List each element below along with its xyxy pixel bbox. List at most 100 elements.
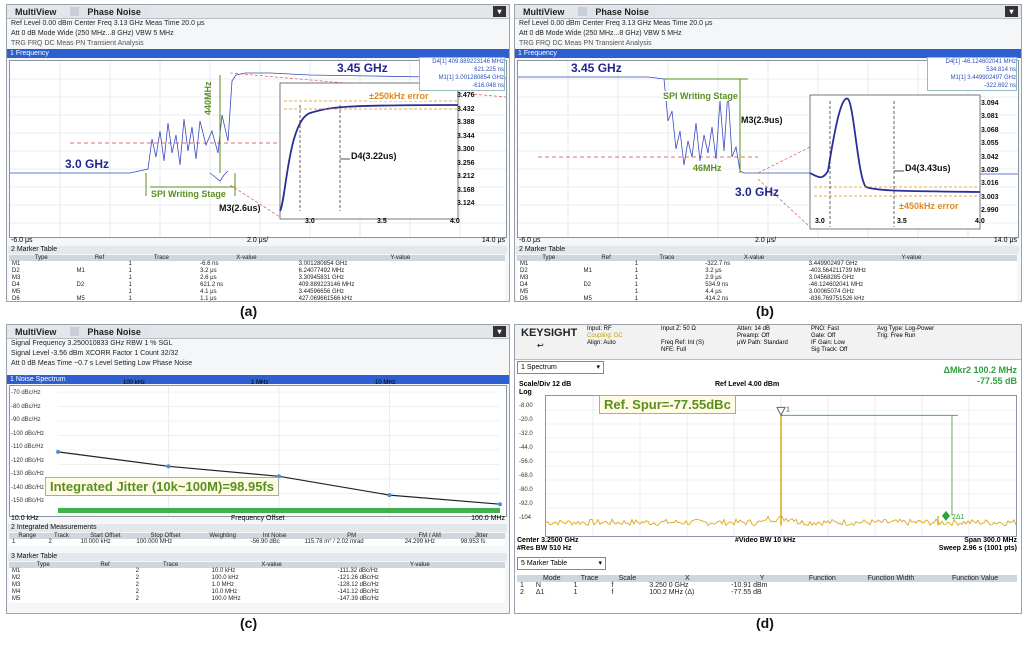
table-row[interactable]: D4 D2 1 534.9 ns -46.124602041 MHz (517, 282, 1017, 289)
table-cell: 2 (135, 589, 139, 595)
table-row[interactable]: D2 M1 1 3.2 μs -403.564211739 MHz (517, 268, 1017, 275)
table-cell: 1 (128, 261, 132, 267)
x-tick: 10 MHz (375, 380, 396, 386)
x-axis-mid: 2.0 μs/ (247, 237, 269, 244)
marker-table: Type Ref Trace X-value Y-value M1 1 -322.7 ns 3.… (517, 255, 1017, 302)
y-tick: -90 dBc/Hz (11, 417, 41, 423)
y-tick: -110 dBc/Hz (11, 444, 44, 450)
marker2-diamond (941, 510, 950, 521)
table-row[interactable]: 1 2 10.000 kHz 100.000 MHz -56.90 dBc 115.78 … (9, 539, 505, 546)
table-row[interactable]: M5 2 100.0 MHz -147.39 dBc/Hz (9, 596, 505, 603)
table-row[interactable]: M3 1 2.6 μs 3.30945831 GHz (9, 275, 505, 282)
spectrum-select[interactable]: 1 Spectrum ▾ (517, 361, 604, 374)
table-cell: 1 (520, 582, 524, 589)
table-row[interactable]: M1 1 -6.6 ns 3.001280854 GHz (9, 261, 505, 268)
window-menu-icon[interactable]: ▾ (1005, 6, 1018, 17)
table-cell (77, 582, 132, 589)
sweep-label: Sweep 2.96 s (1001 pts) (938, 545, 1017, 552)
table-row[interactable]: D4 D2 1 621.2 ns 409.889223146 MHz (9, 282, 505, 289)
table-row[interactable]: M2 2 100.0 kHz -121.26 dBc/Hz (9, 575, 505, 582)
tab-multiview[interactable]: MultiView (515, 7, 572, 17)
marker-table-select[interactable]: 5 Marker Table ▾ (517, 557, 606, 570)
tab-phase-noise[interactable]: Phase Noise (587, 6, 657, 17)
step-label: 440MHz (203, 81, 213, 115)
table-cell (580, 261, 631, 268)
table-cell: 2 (135, 575, 139, 581)
tab-multiview[interactable]: MultiView (7, 327, 64, 337)
table-row[interactable]: D6 M5 1 1.1 μs 427.069661566 kHz (9, 296, 505, 302)
table-row[interactable]: D2 M1 1 3.2 μs 6.24077492 MHz (9, 268, 505, 275)
table-cell: 409.889223146 MHz (298, 282, 355, 288)
freq-low-label: 3.0 GHz (735, 185, 780, 199)
tab-bar: MultiView Phase Noise ▾ (7, 5, 509, 19)
info-col: Avg Type: Log-Power Trig: Free Run (877, 326, 934, 340)
table-row[interactable]: M1 2 10.0 kHz -111.32 dBc/Hz (9, 568, 505, 575)
y-tick: -68.0 (519, 473, 533, 479)
info-text: Gate: Off (811, 333, 836, 339)
info-col: Input Z: 50 Ω Freq Ref: Int (S) NFE: Ful… (661, 326, 704, 354)
table-cell: 534.9 ns (705, 282, 729, 288)
window-menu-icon[interactable]: ▾ (493, 6, 506, 17)
table-cell: D2 (520, 268, 528, 274)
panel-c: MultiView Phase Noise ▾ Signal Frequency… (6, 324, 510, 614)
error-label: ±250kHz error (369, 91, 429, 101)
freq-high-label: 3.45 GHz (337, 61, 388, 75)
table-cell: 1 (128, 296, 132, 302)
marker-readout-line: 534.814 ns (986, 67, 1016, 73)
x-axis-mid: Frequency Offset (231, 515, 285, 522)
back-icon[interactable]: ↩ (537, 341, 544, 350)
marker-readout-line: M1[1] 3.001280854 GHz (438, 75, 504, 81)
table-cell: 10.000 kHz (80, 539, 111, 545)
table-cell: -403.564211739 MHz (808, 268, 867, 274)
table-row[interactable]: 1 N 1 f 3.250 0 GHz -10.91 dBm (517, 582, 1017, 589)
dropdown-icon[interactable] (578, 7, 588, 16)
x-tick: 1 MHz (251, 380, 269, 386)
inset-xtick: 3.0 (815, 218, 825, 225)
table-row[interactable]: D6 M5 1 414.2 ns -836.769751526 kHz (517, 296, 1017, 302)
column-header (517, 575, 533, 582)
table-cell: 1 (128, 275, 132, 281)
info-line: Ref Level 0.00 dBm Center Freq 3.13 GHz … (11, 20, 205, 27)
y-tick: -44.0 (519, 445, 533, 451)
table-cell: M5 (520, 289, 529, 295)
dropdown-icon[interactable] (70, 7, 80, 16)
info-line: Signal Frequency 3.250010833 GHz RBW 1 %… (11, 340, 173, 347)
table-row[interactable]: M5 1 4.4 μs 3.00065074 GHz (517, 289, 1017, 296)
table-cell: 3.2 μs (705, 268, 722, 274)
table-cell: -121.26 dBc/Hz (337, 575, 379, 581)
window-menu-icon[interactable]: ▾ (493, 326, 506, 337)
table-cell: -56.90 dBc (250, 539, 280, 545)
table-cell (933, 582, 1017, 589)
table-cell: 100.000 MHz (136, 539, 173, 545)
x-axis-mid: 2.0 μs/ (755, 237, 777, 244)
tab-phase-noise[interactable]: Phase Noise (79, 326, 149, 337)
table-cell: f (611, 582, 614, 589)
info-text: Sig Track: Off (811, 347, 848, 353)
caption-a: (a) (240, 303, 258, 319)
table-cell: 10.0 kHz (211, 568, 236, 574)
table-cell: M1 (76, 268, 85, 274)
y-tick: -70 dBc/Hz (11, 390, 41, 396)
integration-range-bar (58, 508, 500, 513)
table-row[interactable]: M1 1 -322.7 ns 3.449902497 GHz (517, 261, 1017, 268)
table-cell: D2 (76, 282, 85, 288)
table-cell: -128.12 dBc/Hz (337, 582, 379, 588)
brand-logo: KEYSIGHT (521, 327, 578, 339)
table-row[interactable]: M3 2 1.0 MHz -128.12 dBc/Hz (9, 582, 505, 589)
table-row[interactable]: M4 2 10.0 MHz -141.12 dBc/Hz (9, 589, 505, 596)
y-tick: -120 dBc/Hz (11, 457, 45, 464)
tab-multiview[interactable]: MultiView (7, 7, 64, 17)
table-cell: D6 (520, 296, 528, 302)
x-axis-right: 14.0 μs (993, 237, 1017, 244)
y-ticks: -70 dBc/Hz -80 dBc/Hz -90 dBc/Hz -100 dB… (11, 387, 44, 509)
tab-phase-noise[interactable]: Phase Noise (79, 6, 149, 17)
dropdown-icon[interactable] (70, 327, 80, 336)
column-header: Scale (608, 575, 647, 582)
freq-low-label: 3.0 GHz (65, 157, 110, 171)
table-row[interactable]: 2 Δ1 1 f 100.2 MHz (Δ) -77.55 dB (517, 589, 1017, 596)
table-row[interactable]: M3 1 2.9 μs 3.04568285 GHz (517, 275, 1017, 282)
y-tick: -140 dBc/Hz (11, 484, 45, 491)
marker1-diamond (776, 406, 786, 417)
table-row[interactable]: M5 1 4.1 μs 3.44596656 GHz (9, 289, 505, 296)
column-header: Y (728, 575, 796, 582)
